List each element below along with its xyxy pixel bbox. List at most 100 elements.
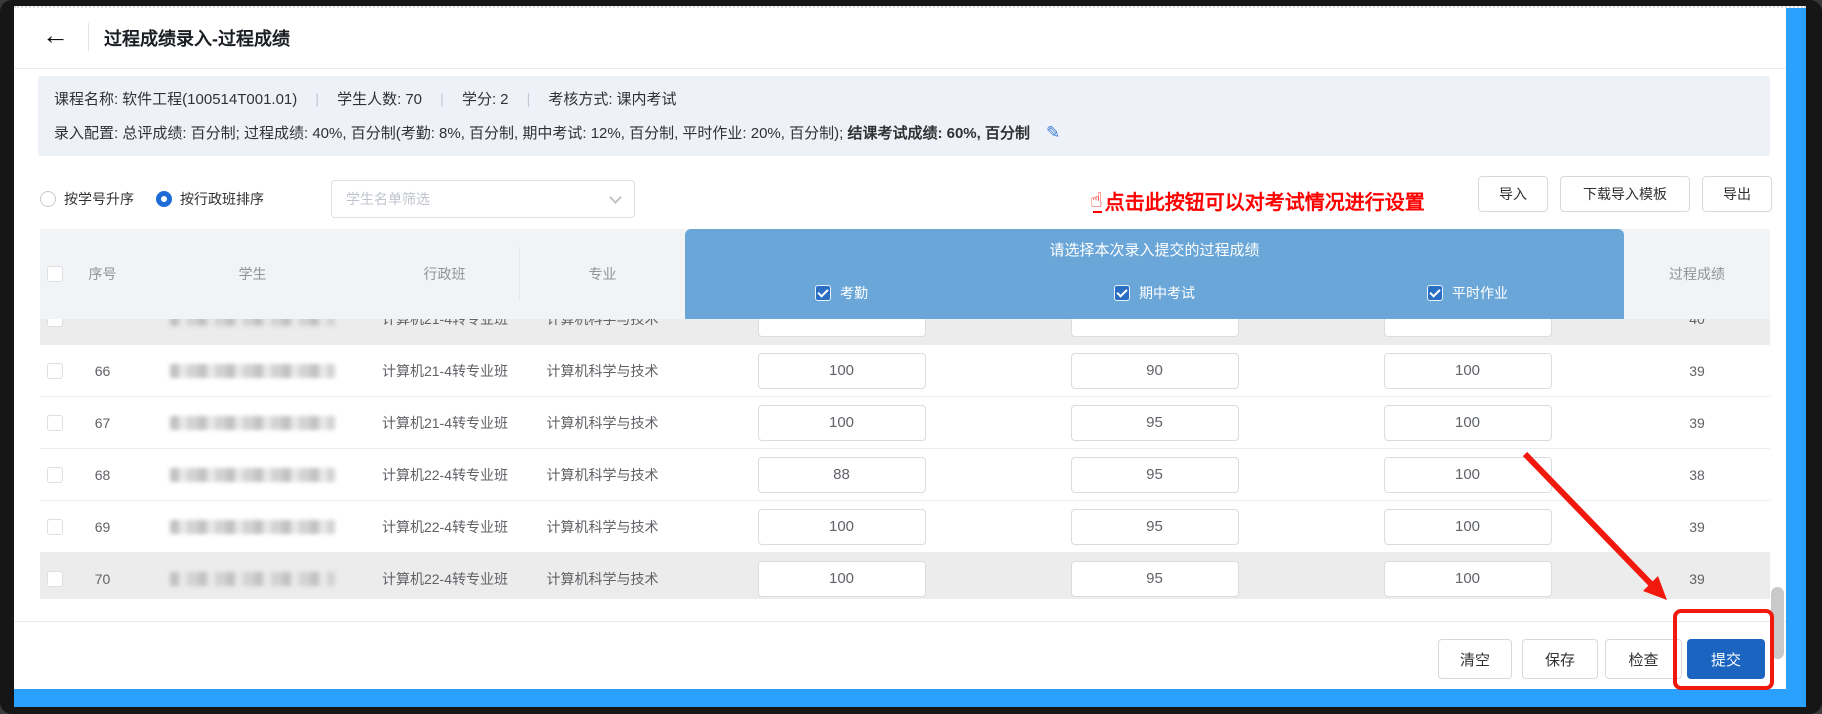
row-major: 计算机科学与技术 [520, 397, 685, 448]
credit-value: 2 [500, 91, 508, 108]
exam-method-label: 考核方式: [548, 91, 612, 108]
scrollbar-thumb[interactable] [1771, 587, 1784, 659]
page-title: 过程成绩录入-过程成绩 [104, 25, 290, 51]
score-input-attendance[interactable] [758, 319, 926, 337]
row-process-score: 39 [1624, 501, 1770, 552]
midterm-checkbox[interactable] [1114, 285, 1130, 301]
student-name-masked [135, 449, 370, 500]
score-input-midterm[interactable] [1071, 405, 1239, 441]
score-input-attendance[interactable] [758, 405, 926, 441]
table-row: 68计算机22-4转专业班计算机科学与技术38 [40, 449, 1770, 501]
row-process-score: 38 [1624, 449, 1770, 500]
row-process-score: 39 [1624, 553, 1770, 599]
score-input-midterm[interactable] [1071, 319, 1239, 337]
masked-name-block [170, 468, 335, 482]
masked-name-block [170, 416, 335, 430]
student-filter-select[interactable]: 学生名单筛选 [331, 180, 635, 218]
course-info-line1: 课程名称:软件工程(100514T001.01)|学生人数:70|学分:2|考核… [54, 88, 677, 112]
score-input-midterm[interactable] [1071, 509, 1239, 545]
col-major: 专业 [520, 229, 685, 319]
row-class: 计算机21-4转专业班 [380, 361, 510, 381]
clear-button[interactable]: 清空 [1438, 639, 1512, 679]
row-seq: 68 [70, 449, 135, 500]
row-major: 计算机科学与技术 [520, 345, 685, 396]
course-name-value: 软件工程(100514T001.01) [122, 91, 297, 108]
row-checkbox[interactable] [47, 519, 63, 535]
score-input-homework[interactable] [1384, 319, 1552, 337]
col-attendance: 考勤 [685, 283, 998, 303]
score-input-homework[interactable] [1384, 561, 1552, 597]
row-class: 计算机21-4转专业班 [380, 319, 510, 329]
exam-method-value: 课内考试 [617, 91, 677, 108]
download-template-button[interactable]: 下载导入模板 [1560, 176, 1690, 212]
score-input-attendance[interactable] [758, 457, 926, 493]
row-checkbox[interactable] [47, 319, 63, 327]
score-input-homework[interactable] [1384, 353, 1552, 389]
row-major: 计算机科学与技术 [520, 501, 685, 552]
masked-name-block [170, 572, 335, 586]
score-input-midterm[interactable] [1071, 353, 1239, 389]
col-student: 学生 [135, 229, 370, 319]
score-input-attendance[interactable] [758, 509, 926, 545]
course-info-panel: 课程名称:软件工程(100514T001.01)|学生人数:70|学分:2|考核… [38, 76, 1770, 156]
check-button[interactable]: 检查 [1605, 639, 1682, 679]
score-input-attendance[interactable] [758, 561, 926, 597]
save-button[interactable]: 保存 [1522, 639, 1598, 679]
window-edge-bottom [14, 689, 1806, 707]
grades-table: 序号 学生 行政班 专业 过程成绩 请选择本次录入提交的过程成绩 考勤 [40, 229, 1770, 599]
table-row: 66计算机21-4转专业班计算机科学与技术39 [40, 345, 1770, 397]
masked-name-block [170, 319, 335, 326]
row-seq: 67 [70, 397, 135, 448]
student-name-masked [135, 501, 370, 552]
score-input-homework[interactable] [1384, 405, 1552, 441]
student-name-masked [135, 397, 370, 448]
student-name-masked [135, 345, 370, 396]
hand-pointer-icon: ☝ [1090, 188, 1103, 213]
row-major: 计算机科学与技术 [520, 449, 685, 500]
footer-divider [14, 621, 1786, 622]
row-seq: 70 [70, 553, 135, 599]
table-row: 69计算机22-4转专业班计算机科学与技术39 [40, 501, 1770, 553]
col-homework: 平时作业 [1311, 283, 1624, 303]
row-checkbox[interactable] [47, 571, 63, 587]
score-input-midterm[interactable] [1071, 457, 1239, 493]
masked-name-block [170, 520, 335, 534]
student-count-label: 学生人数: [337, 91, 401, 108]
export-button[interactable]: 导出 [1702, 176, 1772, 212]
header-bottom-border [14, 68, 1786, 69]
student-name-masked [135, 553, 370, 599]
row-checkbox[interactable] [47, 415, 63, 431]
radio-label-sort-by-class: 按行政班排序 [180, 189, 264, 209]
col-process-score: 过程成绩 [1624, 229, 1770, 319]
radio-label-sort-by-id: 按学号升序 [64, 189, 134, 209]
score-input-attendance[interactable] [758, 353, 926, 389]
homework-checkbox[interactable] [1427, 285, 1443, 301]
row-major: 计算机科学与技术 [520, 319, 685, 344]
chevron-down-icon [609, 191, 622, 204]
attendance-checkbox[interactable] [815, 285, 831, 301]
row-class: 计算机22-4转专业班 [380, 517, 510, 537]
select-all-checkbox[interactable] [47, 266, 63, 282]
submit-button[interactable]: 提交 [1687, 639, 1765, 679]
edit-config-icon[interactable]: ✎ [1046, 123, 1060, 142]
import-button[interactable]: 导入 [1478, 176, 1548, 212]
row-checkbox[interactable] [47, 363, 63, 379]
row-checkbox[interactable] [47, 467, 63, 483]
homework-label: 平时作业 [1452, 283, 1508, 303]
midterm-label: 期中考试 [1139, 283, 1195, 303]
score-input-midterm[interactable] [1071, 561, 1239, 597]
masked-name-block [170, 364, 335, 378]
score-input-homework[interactable] [1384, 457, 1552, 493]
course-name-label: 课程名称: [54, 91, 118, 108]
entry-config-text: 录入配置: 总评成绩: 百分制; 过程成绩: 40%, 百分制(考勤: 8%, … [54, 125, 847, 142]
student-count-value: 70 [405, 91, 422, 108]
radio-sort-by-class[interactable] [156, 191, 172, 207]
radio-sort-by-student-id[interactable] [40, 191, 56, 207]
score-input-homework[interactable] [1384, 509, 1552, 545]
exam-settings-annotation: ☝ 点击此按钮可以对考试情况进行设置 [1090, 186, 1425, 214]
row-process-score: 39 [1624, 345, 1770, 396]
table-row: 67计算机21-4转专业班计算机科学与技术39 [40, 397, 1770, 449]
row-class: 计算机22-4转专业班 [380, 569, 510, 589]
back-button[interactable]: ← [42, 18, 69, 52]
annotation-text: 点击此按钮可以对考试情况进行设置 [1105, 186, 1425, 215]
